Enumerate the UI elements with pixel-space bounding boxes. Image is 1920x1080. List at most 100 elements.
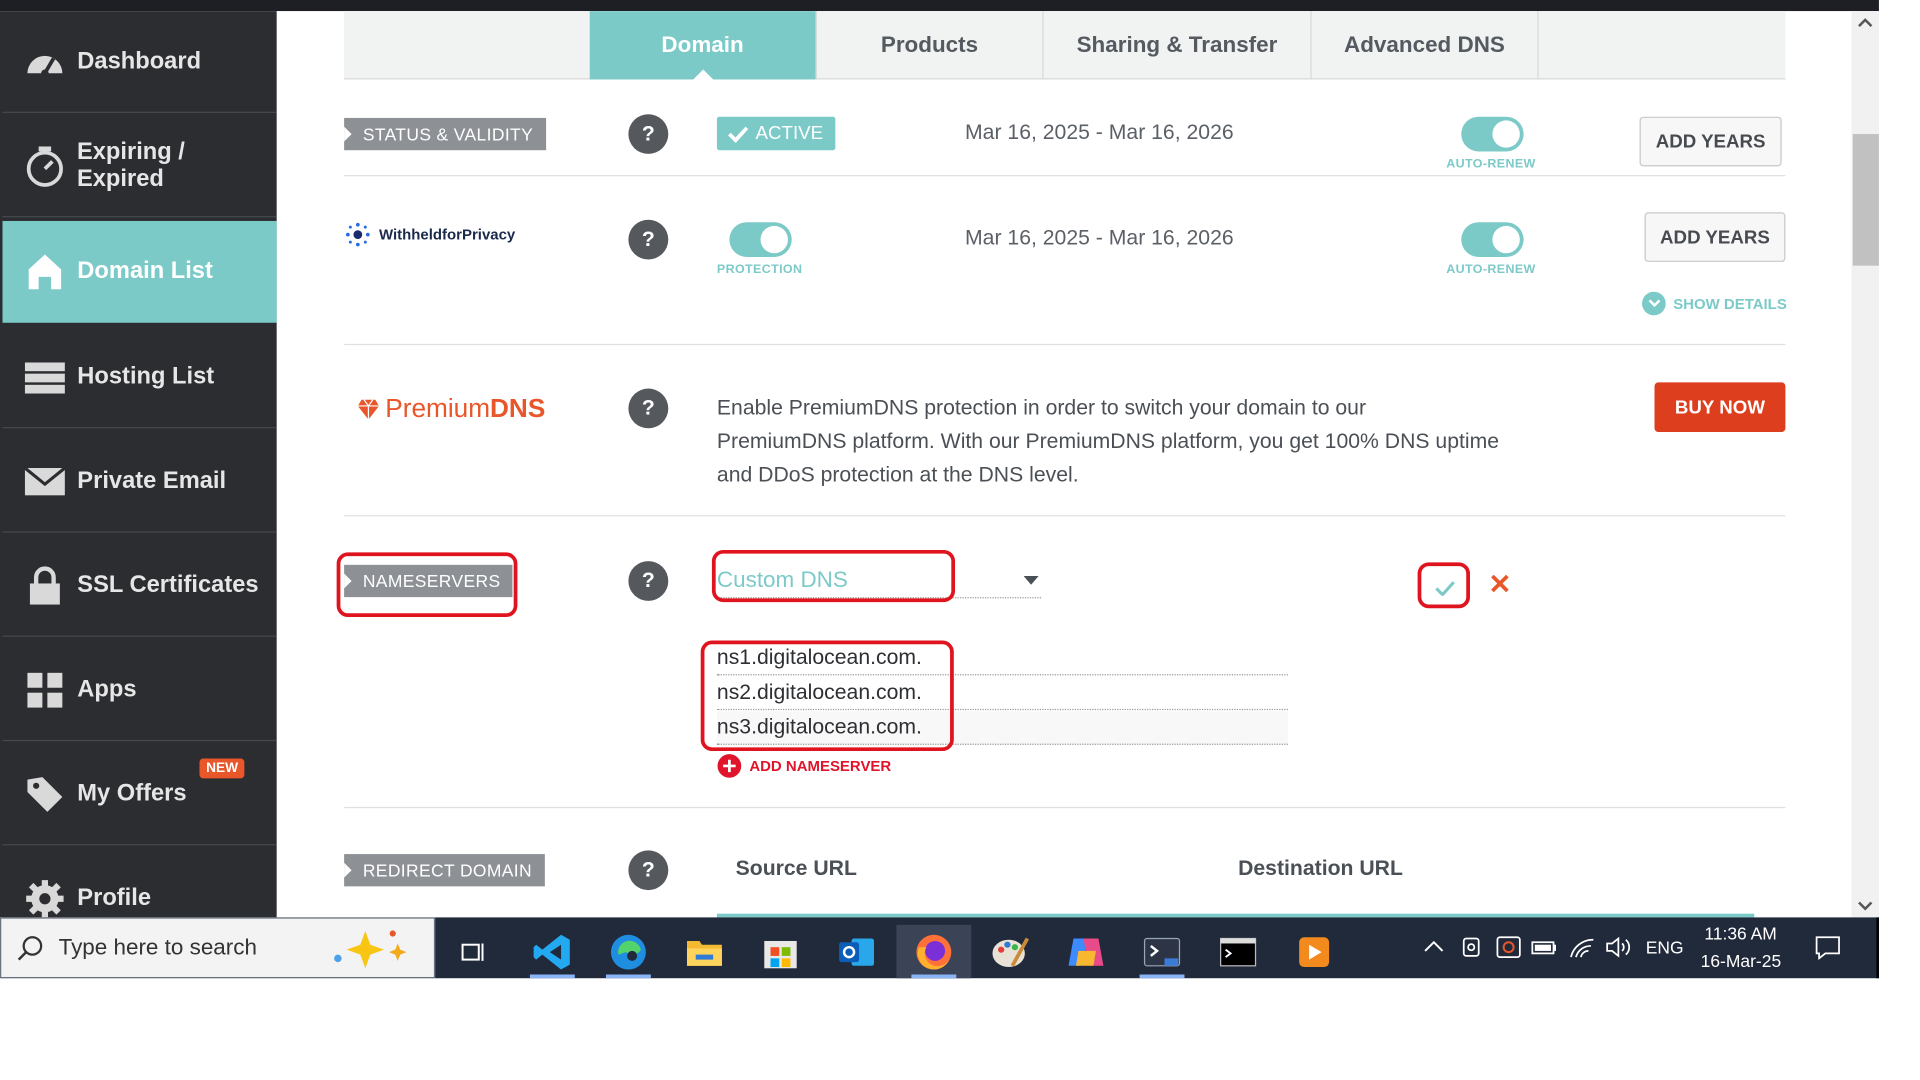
help-icon[interactable]: ? [628, 114, 669, 154]
command-prompt-icon[interactable] [1201, 925, 1276, 978]
speedometer-icon [22, 39, 67, 84]
sidebar: Dashboard Expiring / Expired Domain List… [0, 11, 290, 950]
add-nameserver-label: ADD NAMESERVER [749, 757, 892, 775]
sidebar-item-label: Apps [77, 675, 137, 703]
webcam-icon[interactable] [1461, 935, 1483, 960]
task-view-icon[interactable] [436, 925, 511, 978]
envelope-icon [22, 459, 67, 504]
sidebar-item-dashboard[interactable]: Dashboard [2, 11, 277, 113]
timer-icon [22, 143, 67, 188]
home-icon [22, 250, 67, 295]
highlight-box [711, 549, 956, 603]
status-badge-label: ACTIVE [755, 122, 824, 145]
sidebar-item-label: SSL Certificates [77, 571, 259, 598]
auto-renew-toggle[interactable] [1461, 116, 1524, 152]
store-icon[interactable] [743, 925, 818, 978]
tag-icon [22, 772, 67, 817]
media-player-icon[interactable] [1277, 925, 1352, 978]
divider [344, 175, 1786, 177]
divider [344, 343, 1786, 346]
highlight-box [1417, 562, 1470, 609]
status-validity-label: STATUS & VALIDITY [344, 117, 546, 151]
premium-logo-suffix: DNS [490, 394, 546, 424]
help-icon[interactable]: ? [628, 388, 669, 429]
plus-circle-icon [717, 754, 742, 778]
sidebar-item-expiring[interactable]: Expiring / Expired [2, 115, 277, 218]
redirect-domain-label: REDIRECT DOMAIN [344, 854, 545, 887]
protection-label: PROTECTION [716, 263, 803, 277]
battery-icon[interactable] [1531, 937, 1558, 957]
divider [344, 806, 1786, 809]
premium-dns-logo: Premium DNS [357, 394, 546, 425]
validity-dates: Mar 16, 2025 - Mar 16, 2026 [965, 120, 1234, 145]
terminal-preview-icon[interactable] [1125, 925, 1200, 979]
privacy-add-years-button[interactable]: ADD YEARS [1644, 212, 1786, 262]
divider [344, 515, 1786, 517]
new-badge: NEW [199, 758, 245, 779]
sparkle-icon [334, 930, 407, 969]
chevron-down-icon [1642, 291, 1666, 316]
tab-sharing-transfer[interactable]: Sharing & Transfer [1044, 11, 1312, 80]
sidebar-item-ssl-certificates[interactable]: SSL Certificates [2, 535, 277, 637]
lock-icon [22, 563, 67, 608]
wifi-icon[interactable] [1568, 935, 1595, 960]
sync-icon[interactable] [1495, 935, 1522, 960]
server-icon [22, 354, 67, 399]
privacy-protection-toggle[interactable] [729, 222, 792, 257]
help-icon[interactable]: ? [628, 561, 669, 601]
show-details-link[interactable]: SHOW DETAILS [1642, 291, 1787, 316]
privacy-auto-renew-toggle[interactable] [1461, 222, 1524, 257]
sidebar-item-my-offers[interactable]: My Offers NEW [2, 744, 277, 846]
copilot-icon[interactable] [1049, 925, 1124, 978]
privacy-logo-icon [345, 222, 370, 247]
file-explorer-icon[interactable] [667, 925, 742, 978]
sidebar-item-label: Expiring / Expired [76, 138, 185, 192]
premium-logo-prefix: Premium [385, 394, 491, 424]
scroll-up-icon[interactable] [1858, 17, 1873, 28]
notifications-icon[interactable] [1814, 935, 1841, 960]
tab-advanced-dns[interactable]: Advanced DNS [1312, 11, 1539, 80]
source-url-header: Source URL [735, 856, 857, 881]
window-top-edge [0, 0, 1879, 12]
premium-dns-description: Enable PremiumDNS protection in order to… [717, 391, 1499, 492]
sidebar-item-hosting-list[interactable]: Hosting List [2, 326, 277, 429]
help-icon[interactable]: ? [628, 850, 669, 891]
scrollbar-thumb[interactable] [1852, 134, 1879, 266]
volume-icon[interactable] [1605, 935, 1632, 960]
windows-taskbar: Type here to search ENG 11:36 AM 16-Mar-… [0, 917, 1879, 979]
highlight-box [700, 640, 954, 752]
buy-now-button[interactable]: BUY NOW [1654, 382, 1786, 433]
withheld-for-privacy-logo: WithheldforPrivacy [344, 222, 515, 247]
destination-url-header: Destination URL [1238, 856, 1403, 881]
window-edge [1876, 917, 1879, 979]
sidebar-item-label: Dashboard [77, 47, 202, 74]
outlook-icon[interactable] [819, 925, 894, 978]
edge-icon[interactable] [591, 925, 666, 979]
privacy-logo-text: WithheldforPrivacy [379, 225, 516, 244]
description-line: Enable PremiumDNS protection in order to… [716, 396, 1367, 420]
checkmark-icon [728, 125, 749, 143]
close-icon [1491, 574, 1509, 593]
tab-bar: Domain Products Sharing & Transfer Advan… [344, 11, 1786, 80]
search-icon [17, 935, 43, 960]
vscode-icon[interactable] [515, 925, 590, 979]
clock-date[interactable]: 16-Mar-25 [1701, 951, 1782, 971]
help-icon[interactable]: ? [628, 219, 669, 260]
clock-time[interactable]: 11:36 AM [1704, 924, 1776, 944]
cancel-nameservers-button[interactable] [1486, 570, 1513, 597]
description-line: PremiumDNS platform. With our PremiumDNS… [716, 429, 1500, 454]
firefox-icon[interactable] [896, 924, 972, 979]
language-indicator[interactable]: ENG [1646, 937, 1684, 957]
tab-products[interactable]: Products [817, 11, 1044, 80]
add-nameserver-link[interactable]: ADD NAMESERVER [717, 754, 891, 779]
sidebar-item-apps[interactable]: Apps [2, 639, 277, 742]
status-badge: ACTIVE [716, 116, 836, 151]
scroll-down-icon[interactable] [1858, 900, 1873, 911]
chevron-up-icon[interactable] [1424, 940, 1444, 952]
taskbar-search[interactable]: Type here to search [0, 917, 436, 979]
add-years-button[interactable]: ADD YEARS [1639, 116, 1782, 167]
paint-icon[interactable] [973, 925, 1048, 978]
sidebar-item-private-email[interactable]: Private Email [2, 431, 277, 533]
tab-domain[interactable]: Domain [589, 11, 817, 80]
sidebar-item-domain-list[interactable]: Domain List [2, 220, 290, 323]
